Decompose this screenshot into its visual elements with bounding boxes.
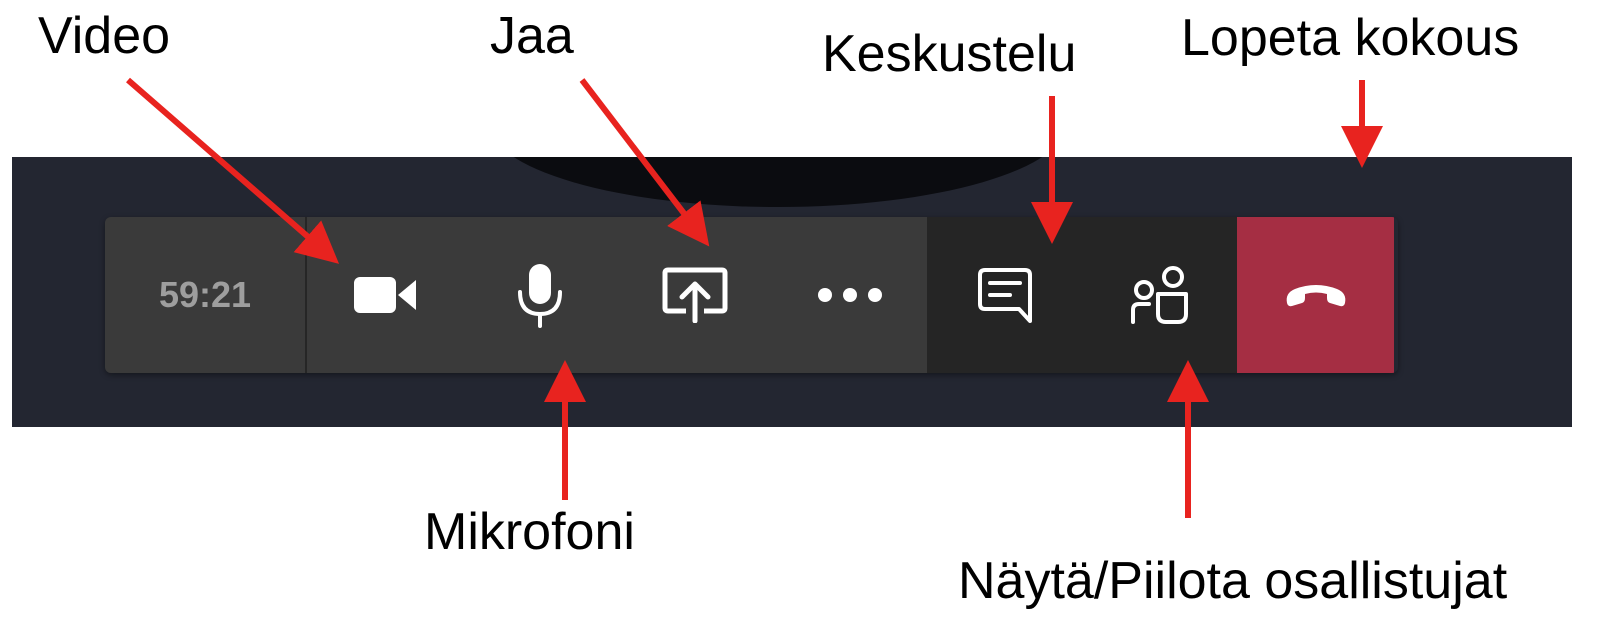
callout-arrows <box>126 77 1383 518</box>
share-arrow <box>579 78 710 247</box>
video-arrow <box>126 77 340 264</box>
